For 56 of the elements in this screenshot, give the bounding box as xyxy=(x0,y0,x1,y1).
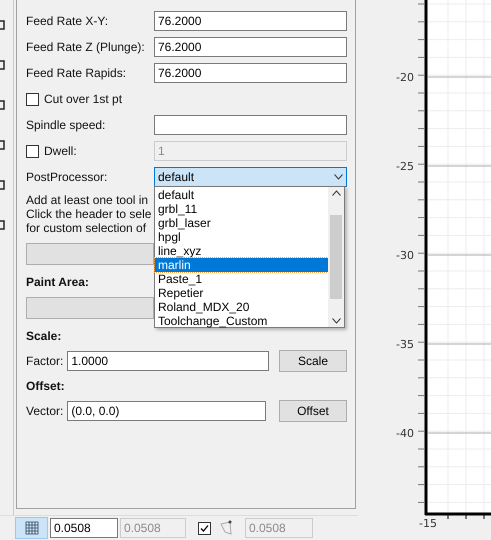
dropdown-list[interactable]: default grbl_11 grbl_laser hpgl line_xyz marlin Paste_1 Repetier Roland_MDX_20 Toolchange_Custom xyxy=(154,186,345,328)
field-label: Spindle speed: xyxy=(26,118,106,132)
dropdown[interactable]: default xyxy=(154,167,347,187)
input-field[interactable]: 1.0000 xyxy=(67,351,270,371)
dropdown-option[interactable]: Paste_1 xyxy=(155,272,328,286)
scrollbar-thumb[interactable] xyxy=(330,215,342,299)
tool-icon[interactable] xyxy=(0,220,6,230)
field-label: PostProcessor: xyxy=(26,170,108,184)
input-field[interactable]: 76.2000 xyxy=(154,11,347,31)
chevron-up-icon[interactable] xyxy=(332,190,340,196)
dropdown-option[interactable]: Repetier xyxy=(155,286,328,300)
dropdown-option[interactable]: Roland_MDX_20 xyxy=(155,300,328,314)
hint-text: for custom selection of xyxy=(26,221,146,235)
checkbox[interactable] xyxy=(198,522,211,535)
grid-toggle[interactable] xyxy=(15,517,48,540)
input-field[interactable]: 76.2000 xyxy=(154,37,347,57)
input-field[interactable]: (0.0, 0.0) xyxy=(67,401,266,421)
dropdown-option[interactable]: grbl_11 xyxy=(155,202,328,216)
offset-button[interactable]: Offset xyxy=(279,400,347,422)
dropdown-option[interactable]: Toolchange_Custom xyxy=(155,314,328,328)
input-field[interactable] xyxy=(154,115,347,135)
dropdown-option[interactable]: grbl_laser xyxy=(155,216,328,230)
checkbox[interactable] xyxy=(26,92,39,106)
axis-label: -25 xyxy=(396,160,414,173)
tool-icon[interactable] xyxy=(0,100,6,110)
dropdown-option[interactable]: hpgl xyxy=(155,230,328,244)
field-label: Feed Rate Z (Plunge): xyxy=(26,40,146,54)
section-title: Paint Area: xyxy=(26,274,89,291)
tool-icon[interactable] xyxy=(0,20,6,30)
dropdown-option[interactable]: marlin xyxy=(155,258,328,272)
axis-label: -30 xyxy=(396,249,414,262)
field-label: Feed Rate Rapids: xyxy=(26,66,128,80)
chevron-down-icon xyxy=(334,174,343,180)
tool-icon[interactable] xyxy=(0,180,6,190)
field-label: Feed Rate X-Y: xyxy=(26,14,110,28)
chevron-down-icon[interactable] xyxy=(332,318,340,324)
axis-label: -15 xyxy=(419,517,437,530)
axis-label: -40 xyxy=(396,427,414,440)
tool-icon[interactable] xyxy=(0,60,6,70)
grid-icon xyxy=(24,521,38,536)
hint-text: Add at least one tool in xyxy=(26,193,148,207)
checkbox-label: Cut over 1st pt xyxy=(44,92,122,106)
input-field[interactable]: 76.2000 xyxy=(154,63,347,83)
axis-label: -20 xyxy=(396,71,414,84)
dropdown-option[interactable]: default xyxy=(155,188,328,202)
field-label: Factor: xyxy=(26,354,64,368)
input-field[interactable]: 0.0508 xyxy=(50,518,118,538)
axis-label: -35 xyxy=(396,338,414,351)
hint-text: Click the header to sele xyxy=(26,207,152,221)
field-label: Vector: xyxy=(26,404,64,418)
dropdown-option[interactable]: line_xyz xyxy=(155,244,328,258)
section-title: Scale: xyxy=(26,328,62,345)
section-title: Offset: xyxy=(26,378,65,395)
tool-icon[interactable] xyxy=(0,140,6,150)
scale-button[interactable]: Scale xyxy=(279,350,347,372)
checkbox-label: Dwell: xyxy=(44,144,78,158)
